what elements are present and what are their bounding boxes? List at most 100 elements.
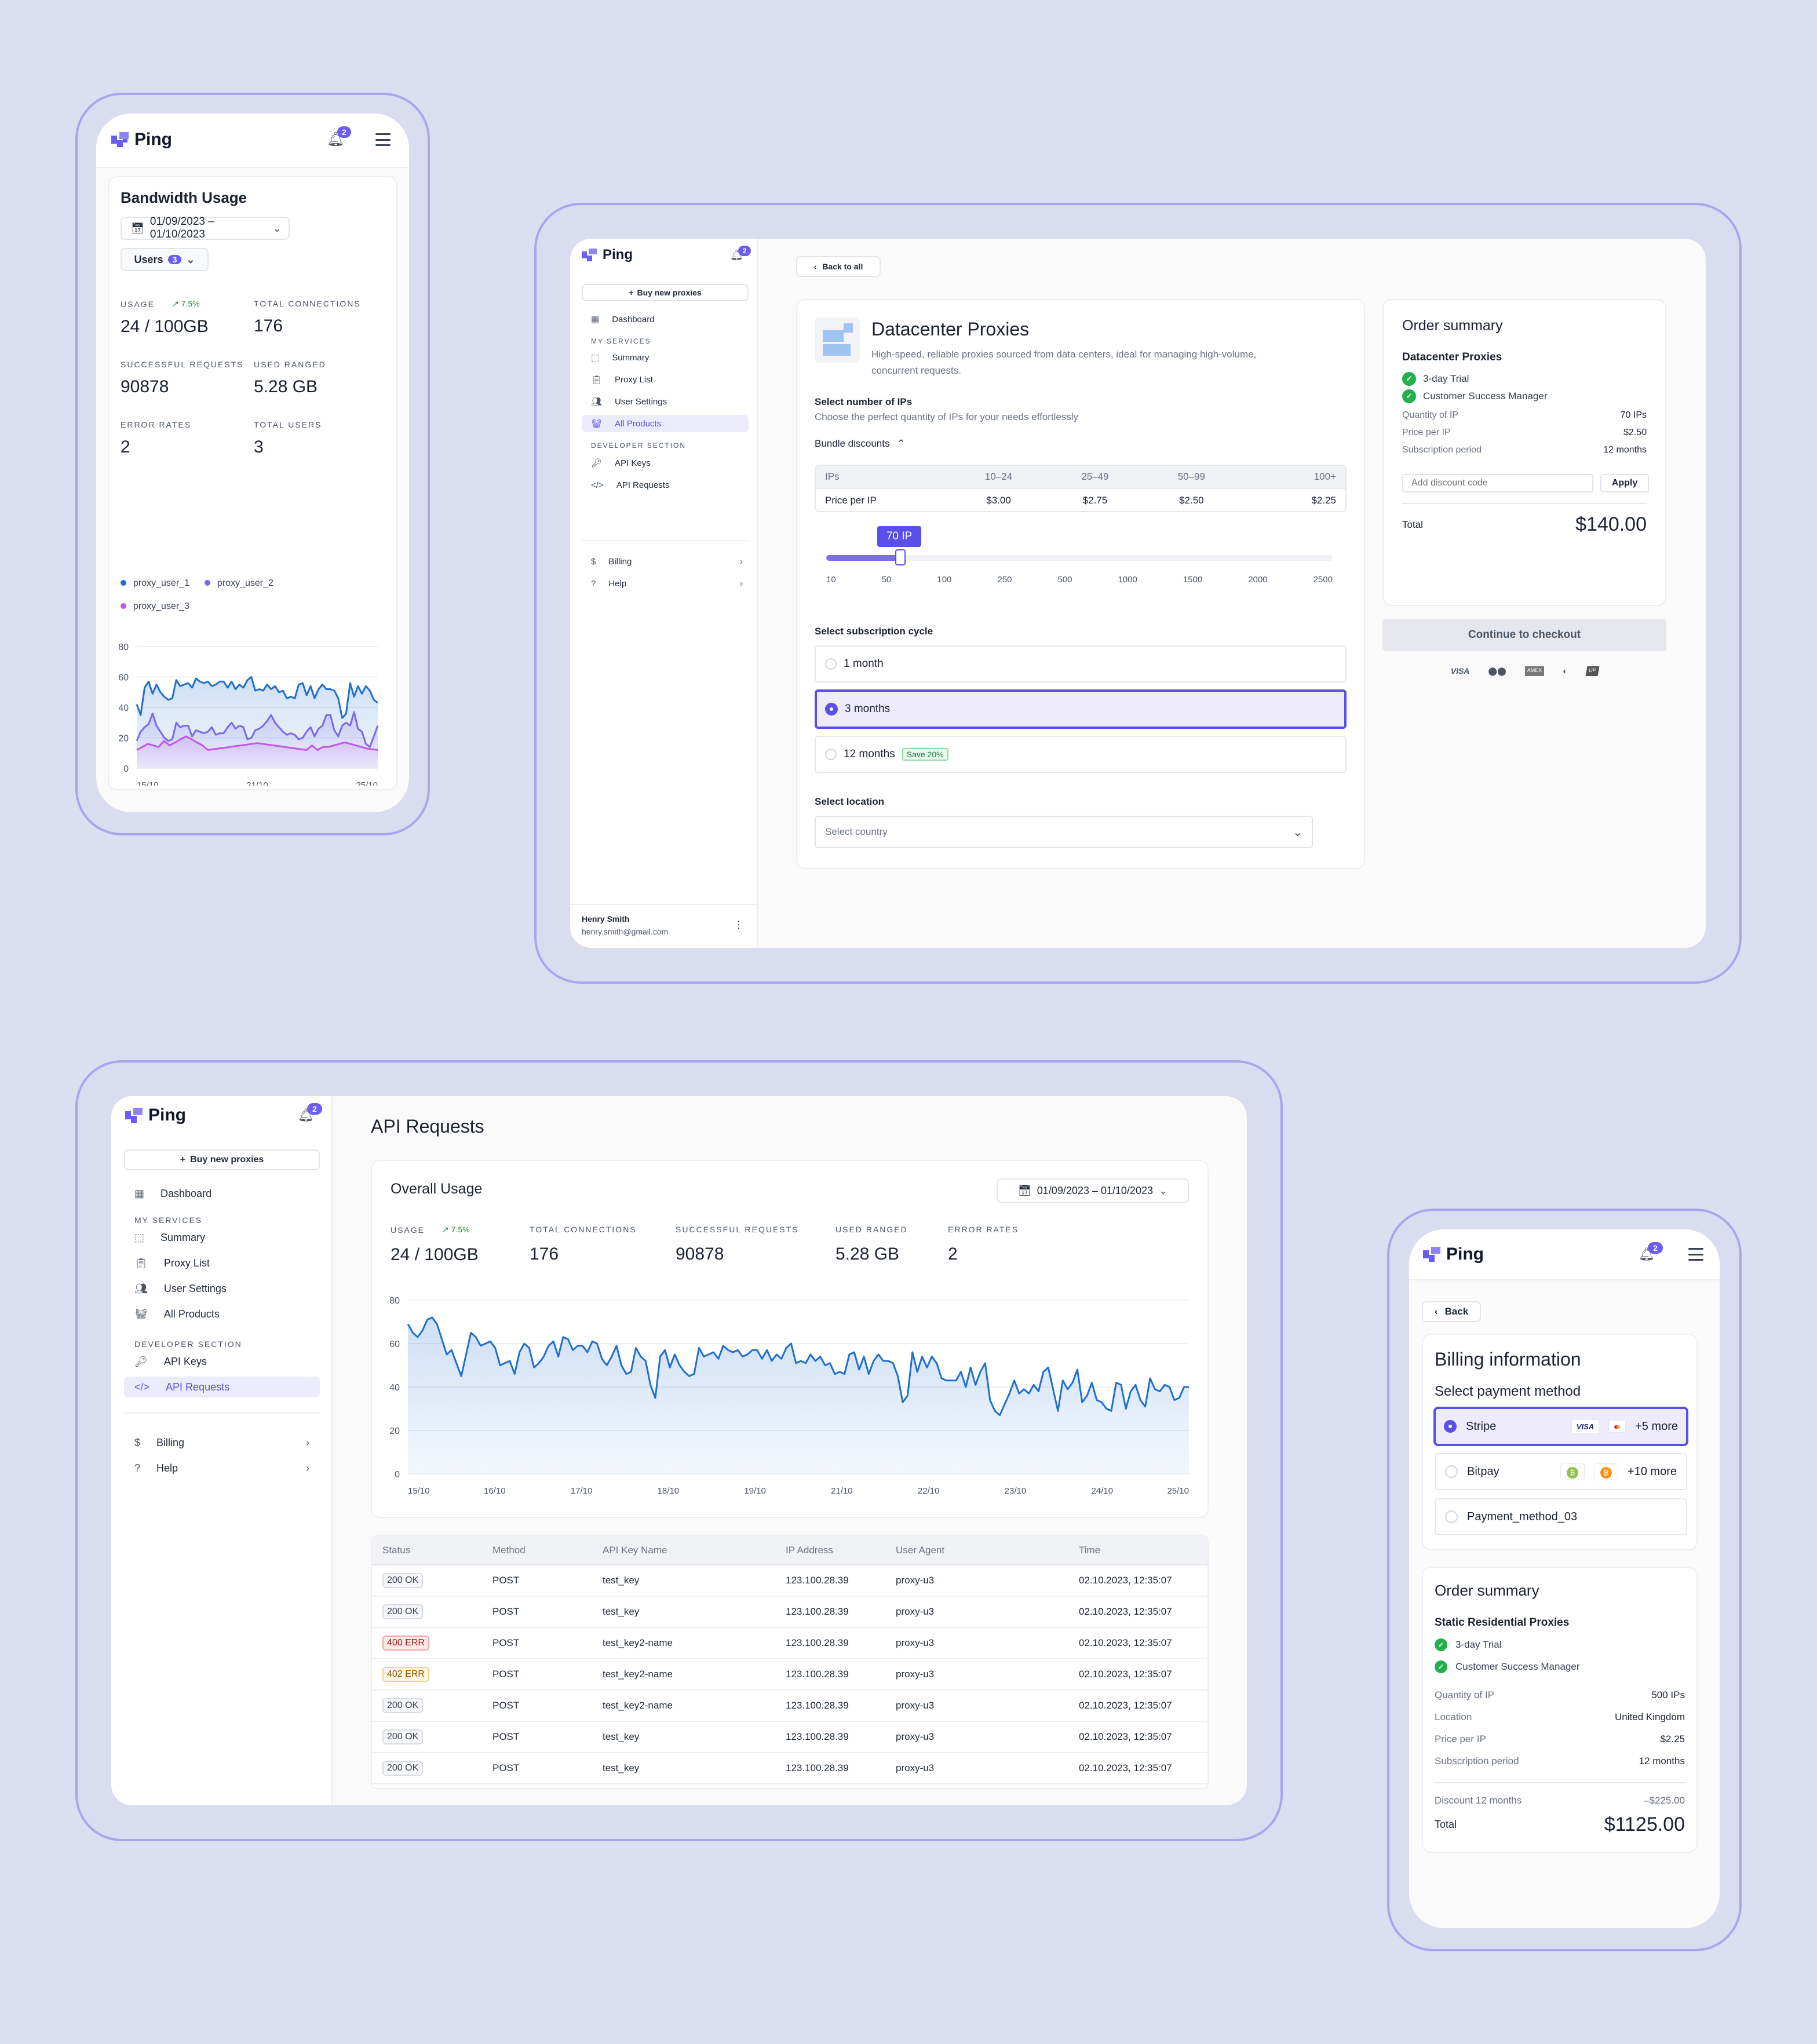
- ip-slider[interactable]: 70 IP 10 50 100 250 500 1000 1500 2000 2500: [826, 526, 1333, 590]
- sidebar-item-api-requests[interactable]: </> API Requests: [124, 1377, 320, 1397]
- table-row[interactable]: 400 ERR POST test_key2-name 123.100.28.39 pr…: [372, 1628, 1207, 1659]
- discount-row: Discount 12 months –$225.00: [1435, 1795, 1685, 1806]
- status-pill: 200 OK: [382, 1573, 424, 1588]
- table-row[interactable]: 200 OK POST test_key2-name 123.100.28.39 pro…: [372, 1691, 1207, 1722]
- cell-method: POST: [492, 1575, 520, 1586]
- x-tick-label: 15/10: [137, 780, 159, 786]
- bundle-table-row: Price per IP $3.00 $2.75 $2.50 $2.25: [825, 495, 1336, 506]
- menu-icon[interactable]: [375, 133, 391, 146]
- date-range-picker[interactable]: 📅︎ 01/09/2023 – 01/10/2023 ⌄: [997, 1178, 1189, 1203]
- sidebar-item-proxy-list[interactable]: 📋︎ Proxy List: [582, 371, 749, 388]
- sidebar-item-dashboard[interactable]: ▦ Dashboard: [582, 311, 749, 328]
- sidebar-item-billing[interactable]: $ Billing ›: [124, 1432, 320, 1453]
- sidebar-item-api-keys[interactable]: 🔑︎ API Keys: [124, 1351, 320, 1372]
- total-row: Total $1125.00: [1435, 1813, 1685, 1836]
- slider-handle[interactable]: [895, 549, 906, 565]
- table-row[interactable]: 200 OK POST test_key 123.100.28.39 proxy-u3 0…: [372, 1565, 1207, 1597]
- line-period: Subscription period 12 months: [1435, 1755, 1685, 1766]
- legend-item-proxy-user-3[interactable]: proxy_user_3: [121, 601, 387, 612]
- user-profile[interactable]: Henry Smith henry.smith@gmail.com ⋮: [570, 904, 758, 948]
- ips-heading: Select number of IPs: [815, 396, 913, 407]
- cycle-option-12-months[interactable]: 12 months Save 20%: [815, 736, 1347, 773]
- sidebar-item-user-settings[interactable]: 👥︎ User Settings: [582, 393, 749, 410]
- stat-used-ranged: USED RANGED 5.28 GB: [835, 1225, 908, 1264]
- sidebar-divider: [582, 540, 749, 541]
- payment-option-method-03[interactable]: Payment_method_03: [1435, 1498, 1687, 1535]
- sidebar-item-proxy-list[interactable]: 📋︎ Proxy List: [124, 1253, 320, 1273]
- sidebar-item-help[interactable]: ? Help ›: [124, 1458, 320, 1479]
- cycle-option-3-months[interactable]: 3 months: [815, 689, 1347, 729]
- back-button[interactable]: ‹ Back: [1422, 1301, 1481, 1322]
- total-row: Total $140.00: [1402, 513, 1647, 536]
- discount-code-input[interactable]: [1402, 474, 1593, 492]
- sidebar-item-help[interactable]: ? Help ›: [582, 575, 749, 592]
- stat-used-ranged: USED RANGED 5.28 GB: [254, 360, 387, 397]
- payment-method-heading: Select payment method: [1435, 1384, 1581, 1399]
- cell-agent: proxy-u3: [896, 1606, 935, 1617]
- notifications-button[interactable]: 🔔︎ 2: [730, 246, 751, 265]
- logo[interactable]: Ping: [582, 247, 633, 263]
- notifications-button[interactable]: 🔔︎ 2: [298, 1103, 322, 1126]
- payment-option-bitpay[interactable]: Bitpay ₿ ₿ +10 more: [1435, 1453, 1687, 1490]
- stat-successful-requests: SUCCESSFUL REQUESTS 90878: [676, 1225, 799, 1264]
- bundle-discounts-toggle[interactable]: Bundle discounts ⌃: [815, 438, 905, 450]
- receipt-icon: $: [134, 1436, 141, 1448]
- users-filter[interactable]: Users 3 ⌄: [121, 248, 209, 271]
- payment-option-stripe[interactable]: Stripe VISA ●● +5 more: [1433, 1407, 1688, 1446]
- slider-tooltip: 70 IP: [877, 526, 921, 547]
- buy-new-proxies-button[interactable]: + Buy new proxies: [124, 1149, 320, 1170]
- legend-item-proxy-user-1[interactable]: proxy_user_1: [121, 578, 189, 589]
- user-email: henry.smith@gmail.com: [582, 927, 669, 936]
- sidebar-item-billing[interactable]: $ Billing ›: [582, 553, 749, 570]
- stat-total-users: TOTAL USERS 3: [254, 420, 387, 457]
- status-badge: 200 OK: [382, 1573, 492, 1588]
- logo-icon: [125, 1108, 143, 1123]
- back-to-all-button[interactable]: ‹ Back to all: [796, 256, 881, 277]
- unionpay-icon: UP: [1585, 666, 1599, 676]
- buy-new-proxies-button[interactable]: + Buy new proxies: [582, 284, 749, 301]
- sidebar-item-all-products[interactable]: 🧺︎ All Products: [582, 415, 749, 432]
- chevron-down-icon: ⌄: [186, 253, 195, 265]
- country-select[interactable]: Select country ⌄: [815, 816, 1313, 848]
- sidebar-item-all-products[interactable]: 🧺︎ All Products: [124, 1304, 320, 1324]
- sidebar-item-summary[interactable]: ⬚ Summary: [582, 349, 749, 366]
- line-quantity: Quantity of IP 70 IPs: [1402, 410, 1647, 420]
- cell-ip: 123.100.28.39: [786, 1575, 849, 1586]
- product-icon: [815, 317, 860, 363]
- stat-label: USED RANGED: [254, 360, 326, 369]
- logo[interactable]: Ping: [111, 130, 172, 149]
- table-row[interactable]: 402 ERR POST test_key2-name 123.100.28.39 pr…: [372, 1659, 1207, 1691]
- plus-icon: +: [180, 1155, 186, 1165]
- apply-button[interactable]: Apply: [1600, 474, 1649, 492]
- panel-title: Overall Usage: [391, 1181, 483, 1197]
- mobile-bandwidth-screen: Ping 🔔︎ 2 Bandwidth Usage 📅︎ 01/09/2023 …: [96, 114, 409, 812]
- table-row[interactable]: 200 OK POST test_key 123.100.28.39 proxy-u3 0…: [372, 1597, 1207, 1628]
- continue-checkout-button[interactable]: Continue to checkout: [1382, 619, 1666, 651]
- order-summary-title: Order summary: [1402, 317, 1503, 334]
- table-row[interactable]: 200 OK POST test_key 123.100.28.39 proxy-u3 0…: [372, 1722, 1207, 1753]
- order-summary-card: Order summary Static Residential Proxies…: [1422, 1567, 1698, 1853]
- users-count-badge: 3: [167, 255, 182, 264]
- legend-item-proxy-user-2[interactable]: proxy_user_2: [204, 578, 273, 589]
- sidebar-item-dashboard[interactable]: ▦ Dashboard: [124, 1183, 320, 1204]
- menu-icon[interactable]: [1688, 1248, 1703, 1261]
- check-circle-icon: ✓: [1435, 1638, 1447, 1651]
- desktop-product-screen: Ping 🔔︎ 2 + Buy new proxies ▦ Dashboard MY…: [570, 239, 1706, 948]
- radio: [1445, 1465, 1458, 1478]
- sidebar-item-user-settings[interactable]: 👥︎ User Settings: [124, 1278, 320, 1299]
- sidebar-item-api-requests[interactable]: </> API Requests: [582, 476, 749, 494]
- calendar-icon: 📅︎: [131, 222, 144, 234]
- sidebar-item-summary[interactable]: ⬚ Summary: [124, 1227, 320, 1248]
- line-period: Subscription period 12 months: [1402, 445, 1647, 455]
- date-range-picker[interactable]: 📅︎ 01/09/2023 – 01/10/2023 ⌄: [121, 216, 290, 240]
- cycle-option-1-month[interactable]: 1 month: [815, 645, 1347, 682]
- logo[interactable]: Ping: [1423, 1244, 1484, 1264]
- table-row[interactable]: 200 OK POST test_key 123.100.28.39 proxy-u3 0…: [372, 1753, 1207, 1784]
- x-tick-label: 25/10: [356, 780, 378, 786]
- sidebar-item-api-keys[interactable]: 🔑︎ API Keys: [582, 454, 749, 472]
- notifications-button[interactable]: 🔔︎ 2: [1639, 1242, 1663, 1265]
- cell-agent: proxy-u3: [896, 1700, 935, 1711]
- notifications-button[interactable]: 🔔︎ 2: [327, 126, 351, 149]
- more-vertical-icon[interactable]: ⋮: [734, 919, 744, 931]
- logo[interactable]: Ping: [125, 1105, 186, 1125]
